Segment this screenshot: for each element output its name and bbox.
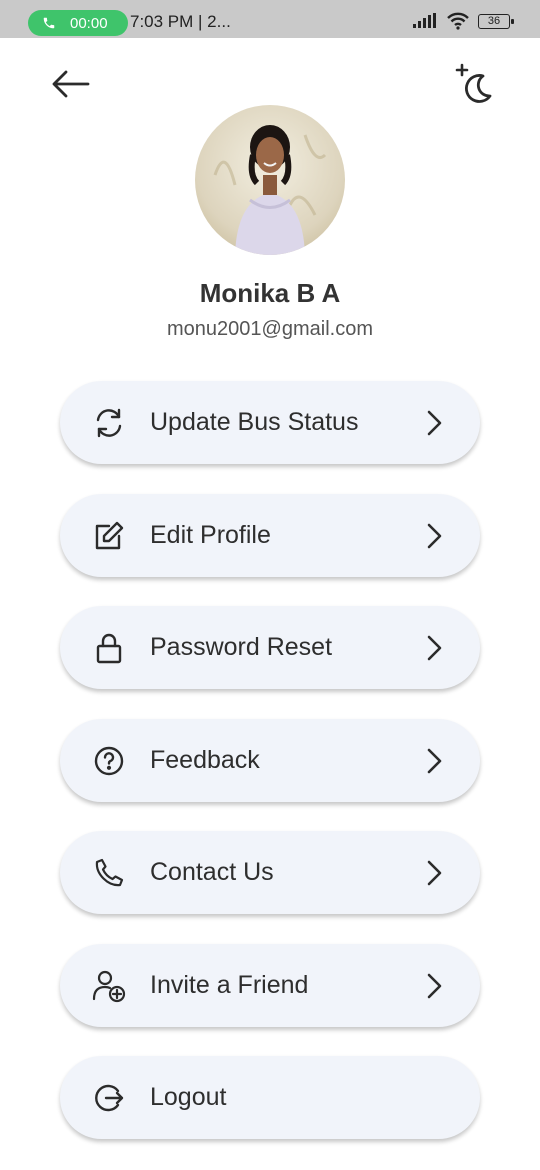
menu-item-label: Update Bus Status [150,408,359,436]
moon-star-icon [455,63,492,103]
signal-icon [413,13,436,28]
chevron-right-icon [422,971,446,1001]
contact-us-button[interactable]: Contact Us [60,831,480,914]
battery-indicator: 36 [478,13,514,29]
phone-call-icon [43,17,55,29]
menu-item-label: Edit Profile [150,520,271,549]
chevron-right-icon [422,858,446,888]
menu-item-label: Feedback [150,745,260,774]
help-circle-icon [92,744,126,778]
invite-friend-button[interactable]: Invite a Friend [60,943,480,1027]
user-plus-icon [92,969,126,1003]
profile-photo [195,105,345,255]
menu-item-label: Password Reset [150,633,333,661]
user-name: Monika B A [199,278,341,308]
refresh-icon [92,406,126,440]
chevron-right-icon [422,408,446,438]
avatar [195,105,345,255]
call-timer: 00:00 [70,14,108,32]
ongoing-call-pill[interactable]: 00:00 [28,10,128,36]
menu-item-label: Invite a Friend [150,970,309,999]
feedback-button[interactable]: Feedback [60,718,480,802]
wifi-icon [447,12,469,30]
user-email: monu2001@gmail.com [167,318,373,340]
chevron-right-icon [422,746,446,776]
update-bus-status-button[interactable]: Update Bus Status [60,381,480,464]
logout-icon [92,1081,126,1115]
edit-icon [92,519,126,553]
status-indicators: 36 [412,12,514,30]
arrow-left-icon [52,70,90,98]
chevron-right-icon [422,521,446,551]
logout-button[interactable]: Logout [60,1056,480,1139]
back-button[interactable] [48,62,92,106]
chevron-right-icon [422,633,446,663]
menu-item-label: Contact Us [150,858,274,886]
status-bar: 00:00 7:03 PM | 2... 36 [0,0,540,38]
menu-item-label: Logout [150,1083,227,1111]
password-reset-button[interactable]: Password Reset [60,606,480,689]
status-time: 7:03 PM | 2... [130,12,231,31]
theme-toggle-button[interactable] [452,62,496,106]
edit-profile-button[interactable]: Edit Profile [60,493,480,577]
profile-menu: Update Bus Status Edit Profile Password … [60,381,480,1169]
phone-icon [92,856,126,890]
lock-icon [92,631,126,665]
